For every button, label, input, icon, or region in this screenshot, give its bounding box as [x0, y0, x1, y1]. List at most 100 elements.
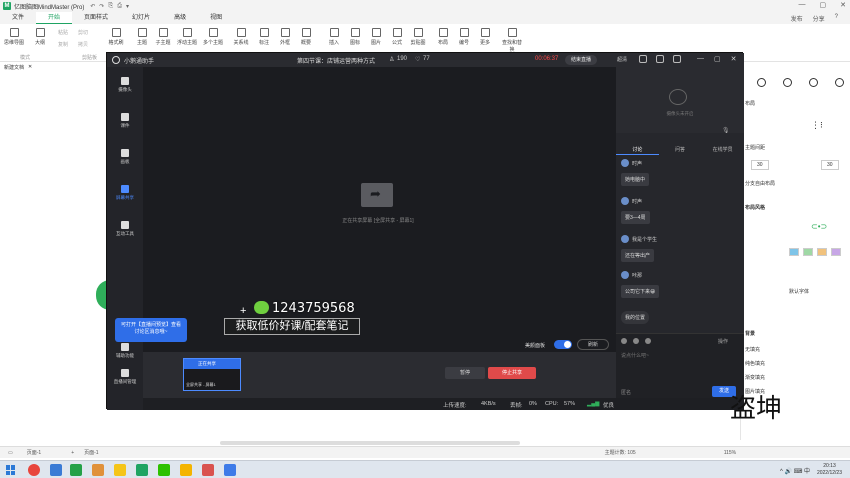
app-9-icon[interactable]: [202, 464, 214, 476]
chat-input[interactable]: 说点什么吧~: [621, 352, 649, 359]
stop-share-button[interactable]: 停止共享: [488, 367, 536, 379]
sidebar-item-camera[interactable]: 摄像头: [107, 77, 143, 93]
publish-button[interactable]: 发布: [791, 14, 803, 23]
end-live-button[interactable]: 结束直播: [565, 55, 597, 65]
spacing-v-input[interactable]: 30: [821, 160, 839, 170]
minimize-button[interactable]: —: [799, 1, 806, 9]
assistant-close-button[interactable]: ✕: [731, 55, 737, 63]
cut-button[interactable]: 剪切: [78, 29, 88, 36]
mail-icon[interactable]: [70, 464, 82, 476]
maximize-button[interactable]: ▢: [820, 1, 827, 9]
windows-start-icon[interactable]: [6, 465, 16, 475]
save-icon[interactable]: ⎘: [108, 3, 113, 10]
compose-tools[interactable]: [621, 338, 651, 344]
ribbon-button[interactable]: 关系线: [229, 28, 253, 46]
theme-icon[interactable]: [809, 78, 818, 87]
menu-page-style[interactable]: 页面样式: [72, 12, 120, 24]
anonymous-checkbox[interactable]: 匿名: [621, 389, 631, 396]
spacing-h-input[interactable]: 30: [751, 160, 769, 170]
close-button[interactable]: ✕: [840, 1, 846, 9]
ribbon-button[interactable]: 浮动主题: [175, 28, 199, 46]
ribbon-button[interactable]: 多个主题: [201, 28, 225, 46]
redo-icon[interactable]: ↷: [99, 3, 104, 10]
add-page-button[interactable]: +: [71, 450, 74, 456]
quick-access-toolbar[interactable]: ↶ ↷ ⎘ ⎙ ▾: [90, 3, 129, 10]
sidebar-item-screen-share[interactable]: 屏幕共享: [107, 185, 143, 201]
font-select[interactable]: 默认字体: [789, 288, 809, 295]
wechat-icon[interactable]: [158, 464, 170, 476]
assistant-tool-icons[interactable]: [639, 55, 681, 63]
solid-fill-option[interactable]: 纯色填充: [745, 360, 765, 367]
tab-online-students[interactable]: 在线学员: [701, 145, 744, 155]
color-swatch-1[interactable]: [789, 248, 799, 256]
assistant-window-controls[interactable]: — ▢ ✕: [697, 55, 737, 63]
menu-view[interactable]: 视图: [198, 12, 234, 24]
quality-select[interactable]: 超清: [617, 56, 627, 63]
tab-qa[interactable]: 问答: [659, 145, 702, 155]
menu-slides[interactable]: 幻灯片: [120, 12, 162, 24]
refresh-button[interactable]: 刷新: [577, 339, 609, 350]
mic-icon[interactable]: 🎙: [722, 127, 730, 134]
app-u-icon[interactable]: [50, 464, 62, 476]
share-source-thumbnail[interactable]: 正在共享 全屏共享 - 屏幕1: [183, 358, 241, 391]
assistant-minimize-button[interactable]: —: [697, 55, 704, 63]
app-5-icon[interactable]: [114, 464, 126, 476]
pin-icon[interactable]: [673, 55, 681, 63]
branch-style-picker[interactable]: ⊂•⊃: [811, 222, 827, 231]
page-list-icon[interactable]: ▭: [8, 450, 13, 456]
my-location-button[interactable]: 我的位置: [621, 311, 650, 324]
help-icon[interactable]: ?: [835, 14, 838, 23]
close-tab-icon[interactable]: ✕: [28, 64, 32, 70]
ribbon-button[interactable]: 概要: [294, 28, 318, 46]
gradient-fill-option[interactable]: 渐变填充: [745, 374, 765, 381]
ribbon-button[interactable]: 查找和替换: [500, 28, 524, 53]
menu-file[interactable]: 文件: [0, 12, 36, 24]
pause-share-button[interactable]: 暂停: [445, 367, 485, 379]
beauty-toggle[interactable]: [554, 340, 572, 349]
mindmaster-window-controls[interactable]: — ▢ ✕: [799, 1, 847, 9]
panel-tab-icons[interactable]: [757, 78, 844, 87]
ribbon-button[interactable]: 格式刷: [104, 28, 128, 46]
menu-advanced[interactable]: 高级: [162, 12, 198, 24]
ribbon-button[interactable]: 思维导图: [2, 28, 26, 46]
sidebar-item-room-manage[interactable]: 直播间管理: [107, 369, 143, 385]
external-link-icon[interactable]: [639, 55, 647, 63]
clock[interactable]: 20:13 2022/12/23: [817, 463, 842, 477]
xiaoetong-taskbar-icon[interactable]: [224, 464, 236, 476]
emoji-icon[interactable]: [621, 338, 627, 344]
copy-button[interactable]: 复制: [58, 41, 68, 48]
sidebar-item-courseware[interactable]: 课件: [107, 113, 143, 129]
app-4-icon[interactable]: [92, 464, 104, 476]
ribbon-button[interactable]: 子主题: [151, 28, 175, 46]
layout-picker-icon[interactable]: ⋮⁝: [811, 120, 823, 131]
sidebar-item-whiteboard[interactable]: 画板: [107, 149, 143, 165]
settings-icon[interactable]: [656, 55, 664, 63]
image-icon[interactable]: [633, 338, 639, 344]
app-8-icon[interactable]: [180, 464, 192, 476]
sidebar-item-assist[interactable]: 辅助功能: [107, 343, 143, 359]
tab-discussion[interactable]: 讨论: [616, 145, 659, 155]
ribbon-button[interactable]: 剪贴图: [406, 28, 430, 46]
paste-button[interactable]: 粘贴: [58, 29, 68, 36]
location-icon[interactable]: [783, 78, 792, 87]
color-swatch-3[interactable]: [817, 248, 827, 256]
zoom-level[interactable]: 115%: [724, 450, 736, 456]
share-button[interactable]: 分享: [813, 14, 825, 23]
canvas-horizontal-scrollbar[interactable]: [220, 441, 520, 445]
mindmaster-taskbar-icon[interactable]: [136, 464, 148, 476]
clock-icon[interactable]: [835, 78, 844, 87]
page-tab[interactable]: 页面-1: [84, 449, 98, 456]
ribbon-button[interactable]: 更多: [473, 28, 497, 46]
page-select[interactable]: 页面-1: [27, 449, 41, 456]
doc-tab-label[interactable]: 新建文档: [4, 64, 24, 71]
assistant-maximize-button[interactable]: ▢: [714, 55, 721, 63]
color-swatch-4[interactable]: [831, 248, 841, 256]
chrome-icon[interactable]: [28, 464, 40, 476]
operations-button[interactable]: 操作: [718, 338, 728, 345]
document-tab[interactable]: 新建文档 ✕: [0, 62, 110, 72]
menu-home[interactable]: 开始: [36, 12, 73, 24]
style-icon[interactable]: [757, 78, 766, 87]
ribbon-button[interactable]: 大纲: [28, 28, 52, 46]
duplicate-button[interactable]: 拷贝: [78, 41, 88, 48]
more-icon[interactable]: ▾: [126, 3, 129, 10]
